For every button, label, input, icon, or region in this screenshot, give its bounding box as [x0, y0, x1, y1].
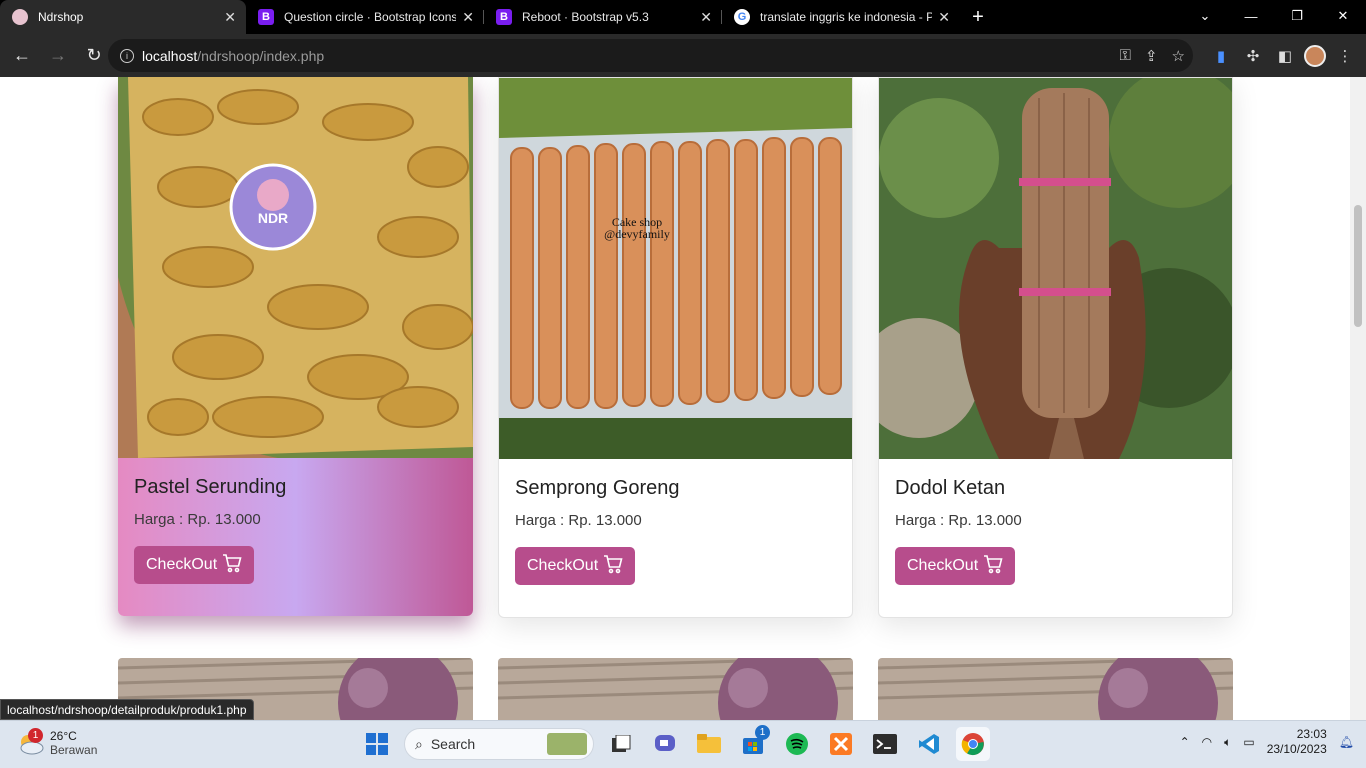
product-name[interactable]: Pastel Serunding	[134, 476, 457, 499]
taskbar: 1 26°C Berawan ⌕ Search 1 ⌃ ◠ 🔈︎ ▭ 23:03	[0, 720, 1366, 768]
bootstrap-icon: B	[496, 9, 512, 25]
ndrshop-favicon	[12, 9, 28, 25]
product-image-row2[interactable]	[878, 658, 1233, 720]
search-highlight-icon	[547, 733, 587, 755]
close-tab-icon[interactable]: ✕	[938, 9, 950, 26]
product-card[interactable]: Cake shop @devyfamily Semprong Goreng Ha…	[498, 77, 853, 618]
forward-button[interactable]: →	[42, 40, 74, 72]
back-button[interactable]: ←	[6, 40, 38, 72]
close-tab-icon[interactable]: ✕	[224, 9, 236, 26]
store-badge: 1	[755, 725, 770, 740]
cart-icon	[222, 553, 242, 578]
key-icon[interactable]: ⚿	[1120, 47, 1131, 65]
spotify-icon[interactable]	[780, 727, 814, 761]
tab-ndrshop[interactable]: Ndrshop ✕	[0, 0, 246, 34]
tab-title: translate inggris ke indonesia - P	[760, 10, 933, 24]
extensions-puzzle-icon[interactable]: ✣	[1240, 43, 1266, 69]
product-image-pastel[interactable]: NDR	[118, 77, 473, 458]
tab-title: Reboot · Bootstrap v5.3	[522, 10, 649, 24]
minimize-button[interactable]: —	[1228, 0, 1274, 32]
file-explorer-icon[interactable]	[692, 727, 726, 761]
google-icon: G	[734, 9, 750, 25]
extension-icon[interactable]: ▮	[1208, 43, 1234, 69]
taskbar-search[interactable]: ⌕ Search	[404, 728, 594, 760]
checkout-button[interactable]: CheckOut	[134, 546, 255, 584]
bootstrap-icon: B	[258, 9, 274, 25]
checkout-label: CheckOut	[907, 557, 979, 574]
close-tab-icon[interactable]: ✕	[700, 9, 712, 26]
start-windows-icon[interactable]	[360, 727, 394, 761]
watermark-line2: @devyfamily	[604, 227, 670, 241]
checkout-label: CheckOut	[527, 557, 599, 574]
product-image-row2[interactable]	[498, 658, 853, 720]
maximize-button[interactable]: ❐	[1274, 0, 1320, 32]
tab-title: Question circle · Bootstrap Icons	[284, 10, 457, 24]
cart-icon	[603, 554, 623, 579]
product-name[interactable]: Dodol Ketan	[895, 477, 1216, 500]
product-price: Harga : Rp. 13.000	[134, 511, 261, 528]
battery-icon[interactable]: ▭	[1243, 735, 1254, 749]
tab-bootstrap-reboot[interactable]: B Reboot · Bootstrap v5.3 ✕	[484, 0, 722, 34]
weather-widget[interactable]: 1 26°C Berawan	[16, 728, 98, 757]
checkout-button[interactable]: CheckOut	[895, 547, 1016, 585]
chat-icon[interactable]	[648, 727, 682, 761]
product-card[interactable]: Dodol Ketan Harga : Rp. 13.000 CheckOut	[878, 77, 1233, 618]
volume-icon[interactable]: 🔈︎	[1224, 735, 1231, 750]
product-card[interactable]: NDR Pastel Serunding Harga : Rp. 13.000 …	[118, 77, 473, 616]
chevron-up-icon[interactable]: ⌃	[1180, 735, 1190, 749]
system-clock[interactable]: 23:03 23/10/2023	[1267, 727, 1327, 757]
tab-google-translate[interactable]: G translate inggris ke indonesia - P ✕	[722, 0, 960, 34]
weather-condition: Berawan	[50, 743, 98, 757]
profile-avatar[interactable]	[1304, 44, 1326, 67]
clock-date: 23/10/2023	[1266, 742, 1327, 756]
chrome-icon[interactable]	[956, 727, 990, 761]
checkout-button[interactable]: CheckOut	[515, 547, 636, 585]
close-tab-icon[interactable]: ✕	[462, 9, 474, 26]
search-icon: ⌕	[415, 735, 423, 752]
wifi-icon[interactable]: ◠	[1202, 735, 1212, 749]
url-host: localhost	[142, 47, 198, 64]
window-controls: ⌄ — ❐ ✕	[1182, 0, 1366, 34]
side-panel-icon[interactable]: ◧	[1272, 43, 1298, 69]
tab-bar: Ndrshop ✕ B Question circle · Bootstrap …	[0, 0, 1366, 34]
cart-icon	[983, 554, 1003, 579]
xampp-icon[interactable]	[824, 727, 858, 761]
page-content: NDR Pastel Serunding Harga : Rp. 13.000 …	[0, 77, 1366, 720]
tab-bootstrap-icons[interactable]: B Question circle · Bootstrap Icons ✕	[246, 0, 484, 34]
address-bar[interactable]: i localhost/ndrshoop/index.php ⚿ ⇪ ☆	[108, 39, 1193, 72]
product-image-semprong[interactable]: Cake shop @devyfamily	[499, 78, 852, 459]
status-url: localhost/ndrshoop/detailproduk/produk1.…	[0, 699, 254, 720]
close-window-button[interactable]: ✕	[1320, 0, 1366, 32]
scrollbar-thumb[interactable]	[1354, 205, 1362, 327]
share-icon[interactable]: ⇪	[1145, 47, 1158, 65]
cloud-sun-icon: 1	[16, 728, 44, 755]
browser-toolbar: ← → ↻ i localhost/ndrshoop/index.php ⚿ ⇪…	[0, 34, 1366, 77]
notification-bell-icon[interactable]: 🔔︎	[1339, 735, 1354, 749]
store-icon[interactable]: 1	[736, 725, 770, 761]
svg-text:NDR: NDR	[258, 210, 288, 226]
bookmark-star-icon[interactable]: ☆	[1172, 47, 1185, 65]
reload-button[interactable]: ↻	[78, 40, 110, 72]
url-path: /ndrshoop/index.php	[197, 47, 325, 64]
checkout-label: CheckOut	[146, 556, 218, 573]
tab-search-icon[interactable]: ⌄	[1182, 0, 1228, 32]
terminal-icon[interactable]	[868, 727, 902, 761]
vscode-icon[interactable]	[912, 727, 946, 761]
product-price: Harga : Rp. 13.000	[515, 512, 642, 529]
tab-title: Ndrshop	[38, 10, 84, 24]
task-view-icon[interactable]	[604, 727, 638, 761]
weather-badge: 1	[28, 728, 43, 743]
product-image-dodol[interactable]	[879, 78, 1232, 459]
clock-time: 23:03	[1296, 727, 1327, 741]
page-scrollbar[interactable]	[1350, 77, 1366, 720]
product-price: Harga : Rp. 13.000	[895, 512, 1022, 529]
menu-icon[interactable]: ⋮	[1332, 43, 1358, 69]
search-placeholder: Search	[430, 736, 476, 752]
new-tab-button[interactable]: +	[960, 0, 996, 34]
site-info-icon[interactable]: i	[120, 48, 134, 63]
temperature: 26°C	[50, 729, 77, 743]
product-name[interactable]: Semprong Goreng	[515, 477, 836, 500]
